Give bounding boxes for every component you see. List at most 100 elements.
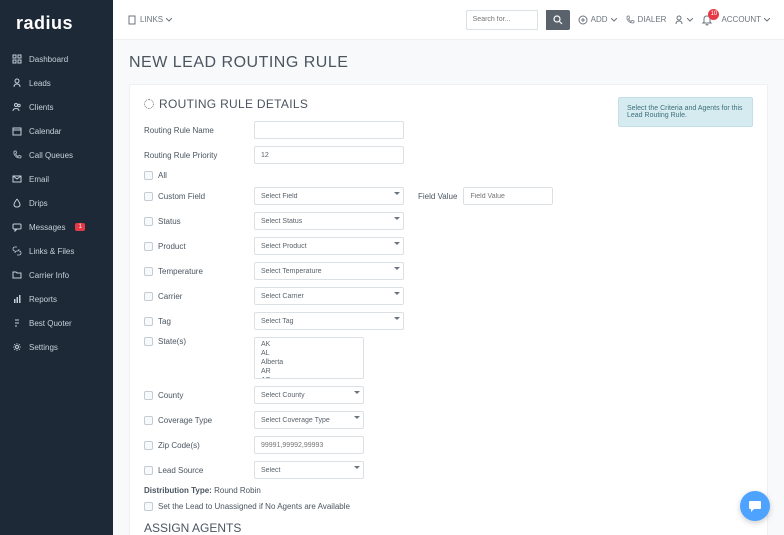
status-label: Status (158, 217, 181, 226)
distribution-type-row: Distribution Type: Round Robin (144, 486, 604, 495)
zipcodes-input[interactable] (254, 436, 364, 454)
routing-rule-priority-label: Routing Rule Priority (144, 151, 248, 160)
messages-badge: 1 (75, 223, 84, 231)
sidebar-item-label: Calendar (29, 127, 61, 136)
book-icon (127, 15, 137, 25)
routing-rule-name-input[interactable] (254, 121, 404, 139)
messages-icon (12, 222, 22, 232)
custom-field-select[interactable] (254, 187, 404, 205)
sidebar-item-drips[interactable]: Drips (0, 191, 113, 215)
sidebar-item-label: Email (29, 175, 49, 184)
chat-bubble-button[interactable] (740, 491, 770, 521)
sidebar-item-links-files[interactable]: Links & Files (0, 239, 113, 263)
links-dropdown[interactable]: LINKS (127, 15, 172, 25)
sidebar-item-clients[interactable]: Clients (0, 95, 113, 119)
status-select[interactable] (254, 212, 404, 230)
sidebar-item-label: Links & Files (29, 247, 74, 256)
search-button[interactable] (546, 10, 570, 30)
states-multiselect[interactable]: AK AL Alberta AR AZ (254, 337, 364, 379)
sidebar: radius Dashboard Leads Clients Calendar … (0, 0, 113, 535)
add-dropdown[interactable]: ADD (578, 15, 617, 25)
lead-source-select[interactable] (254, 461, 364, 479)
states-checkbox[interactable] (144, 337, 153, 346)
account-dropdown[interactable]: ACCOUNT (721, 15, 770, 24)
temperature-label: Temperature (158, 267, 203, 276)
gear-icon (144, 99, 154, 109)
lead-source-checkbox[interactable] (144, 466, 153, 475)
sidebar-item-label: Best Quoter (29, 319, 72, 328)
page-title: NEW LEAD ROUTING RULE (129, 54, 768, 72)
custom-field-checkbox[interactable] (144, 192, 153, 201)
notifications-button[interactable]: 10 (701, 14, 713, 26)
sidebar-item-label: Drips (29, 199, 48, 208)
main-content: NEW LEAD ROUTING RULE ROUTING RULE DETAI… (113, 40, 784, 535)
coverage-type-select[interactable] (254, 411, 364, 429)
carrier-checkbox[interactable] (144, 292, 153, 301)
sidebar-item-call-queues[interactable]: Call Queues (0, 143, 113, 167)
sidebar-item-best-quoter[interactable]: Best Quoter (0, 311, 113, 335)
sidebar-item-label: Dashboard (29, 55, 68, 64)
chat-icon (747, 498, 763, 514)
clients-icon (12, 102, 22, 112)
unassigned-checkbox[interactable] (144, 502, 153, 511)
sidebar-item-label: Reports (29, 295, 57, 304)
user-icon (674, 15, 684, 25)
temperature-checkbox[interactable] (144, 267, 153, 276)
settings-icon (12, 342, 22, 352)
info-box: Select the Criteria and Agents for this … (618, 97, 753, 127)
dashboard-icon (12, 54, 22, 64)
search-input[interactable] (466, 10, 538, 30)
chevron-down-icon (166, 18, 172, 22)
county-select[interactable] (254, 386, 364, 404)
sidebar-item-label: Leads (29, 79, 51, 88)
zipcodes-label: Zip Code(s) (158, 441, 200, 450)
product-checkbox[interactable] (144, 242, 153, 251)
user-dropdown[interactable] (674, 15, 693, 25)
chevron-down-icon (764, 18, 770, 22)
states-label: State(s) (158, 337, 186, 346)
sidebar-item-leads[interactable]: Leads (0, 71, 113, 95)
custom-field-label: Custom Field (158, 192, 205, 201)
sidebar-item-label: Messages (29, 223, 65, 232)
email-icon (12, 174, 22, 184)
sidebar-item-label: Carrier Info (29, 271, 69, 280)
sidebar-item-email[interactable]: Email (0, 167, 113, 191)
routing-rule-priority-input[interactable] (254, 146, 404, 164)
search-icon (553, 15, 563, 25)
sidebar-item-calendar[interactable]: Calendar (0, 119, 113, 143)
routing-rule-card: ROUTING RULE DETAILS Routing Rule Name R… (129, 84, 768, 535)
temperature-select[interactable] (254, 262, 404, 280)
unassigned-label: Set the Lead to Unassigned if No Agents … (158, 502, 350, 511)
sidebar-item-label: Clients (29, 103, 53, 112)
leads-icon (12, 78, 22, 88)
routing-rule-name-label: Routing Rule Name (144, 126, 248, 135)
chevron-down-icon (611, 18, 617, 22)
tag-select[interactable] (254, 312, 404, 330)
sidebar-item-label: Settings (29, 343, 58, 352)
zipcodes-checkbox[interactable] (144, 441, 153, 450)
product-select[interactable] (254, 237, 404, 255)
sidebar-item-settings[interactable]: Settings (0, 335, 113, 359)
sidebar-item-carrier-info[interactable]: Carrier Info (0, 263, 113, 287)
chevron-down-icon (687, 18, 693, 22)
all-checkbox[interactable] (144, 171, 153, 180)
folder-icon (12, 270, 22, 280)
sidebar-item-dashboard[interactable]: Dashboard (0, 47, 113, 71)
dialer-button[interactable]: DIALER (625, 15, 667, 25)
sidebar-item-label: Call Queues (29, 151, 73, 160)
coverage-type-label: Coverage Type (158, 416, 212, 425)
tag-checkbox[interactable] (144, 317, 153, 326)
topbar: LINKS ADD DIALER 10 ACCOUNT (113, 0, 784, 40)
field-value-input[interactable] (463, 187, 553, 205)
tag-label: Tag (158, 317, 171, 326)
product-label: Product (158, 242, 186, 251)
all-label: All (158, 171, 167, 180)
sidebar-item-messages[interactable]: Messages 1 (0, 215, 113, 239)
reports-icon (12, 294, 22, 304)
coverage-type-checkbox[interactable] (144, 416, 153, 425)
status-checkbox[interactable] (144, 217, 153, 226)
county-checkbox[interactable] (144, 391, 153, 400)
sidebar-item-reports[interactable]: Reports (0, 287, 113, 311)
carrier-select[interactable] (254, 287, 404, 305)
plus-circle-icon (578, 15, 588, 25)
